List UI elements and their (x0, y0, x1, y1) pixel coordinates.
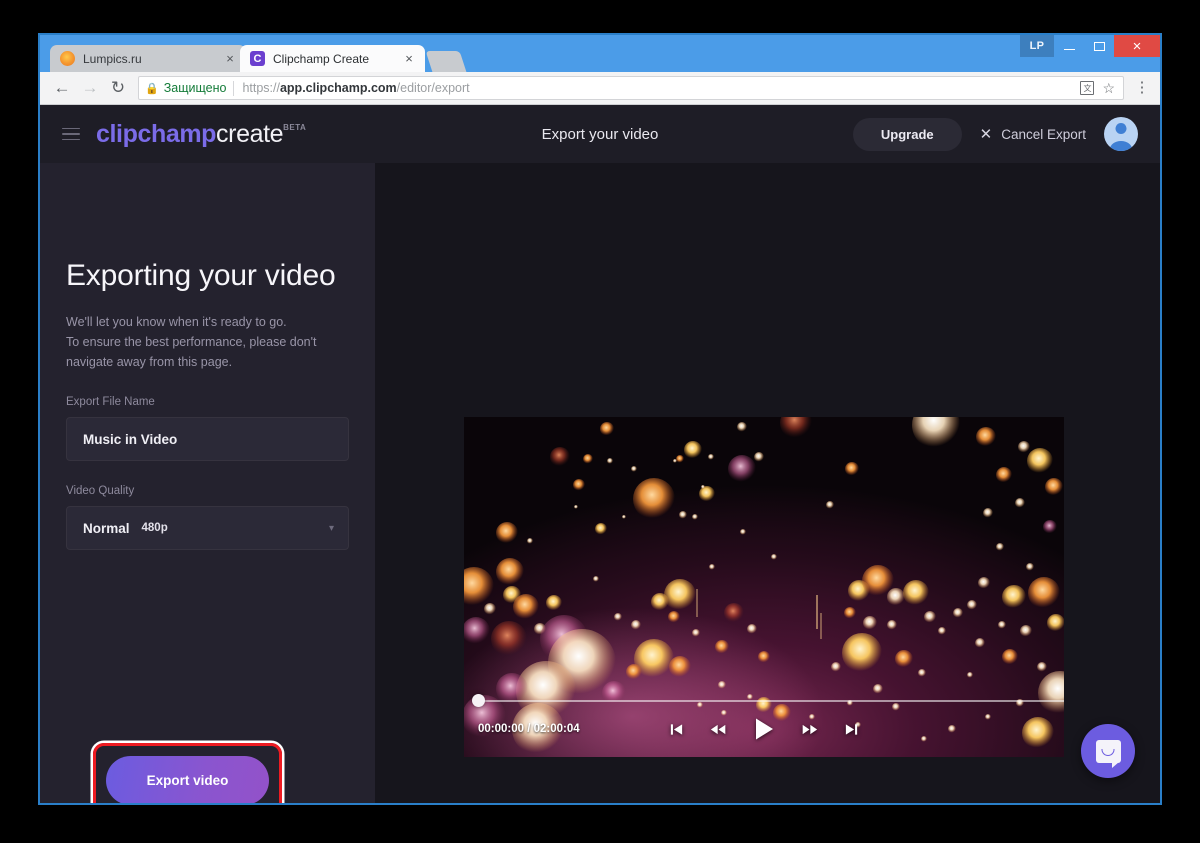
rewind-icon[interactable] (710, 722, 727, 737)
close-button[interactable]: × (1114, 35, 1160, 57)
tab-title: Clipchamp Create (273, 51, 370, 66)
chevron-down-icon: ▾ (328, 522, 334, 534)
browser-window: Lumpics.ru × C Clipchamp Create × LP × ←… (38, 33, 1162, 805)
upgrade-button[interactable]: Upgrade (852, 117, 962, 151)
video-player[interactable]: 00:00:00 / 02:00:04 (464, 417, 1064, 757)
url-scheme: https:// (242, 81, 280, 95)
user-profile-badge[interactable]: LP (1020, 35, 1054, 57)
forward-button[interactable]: → (76, 74, 104, 102)
file-name-label: Export File Name (66, 396, 155, 409)
secure-label: Защищено (163, 81, 227, 95)
quality-name: Normal (83, 520, 130, 536)
export-settings-panel: Exporting your video We'll let you know … (40, 163, 375, 803)
url-host: app.clipchamp.com (279, 81, 397, 95)
translate-icon[interactable]: 文 (1080, 81, 1095, 95)
cancel-export-button[interactable]: ✕ Cancel Export (980, 125, 1086, 143)
progress-handle[interactable] (472, 694, 485, 707)
maximize-button[interactable] (1084, 35, 1114, 57)
bokeh-graphic (464, 417, 1064, 757)
fast-forward-icon[interactable] (801, 722, 818, 737)
tab-strip: Lumpics.ru × C Clipchamp Create × (50, 45, 467, 72)
export-heading: Exporting your video (66, 259, 336, 292)
file-name-input[interactable]: Music in Video (66, 417, 349, 462)
export-description: We'll let you know when it's ready to go… (66, 314, 317, 370)
player-controls (464, 717, 1064, 741)
export-video-button[interactable]: Export video (106, 756, 269, 803)
tab-lumpics[interactable]: Lumpics.ru × (50, 45, 246, 72)
avatar[interactable] (1104, 117, 1138, 151)
omnibox-actions: 文 ☆ (1080, 80, 1117, 97)
clipchamp-favicon-icon: C (250, 51, 265, 66)
lumpics-favicon-icon (60, 51, 75, 66)
progress-track[interactable] (478, 700, 1064, 702)
reload-button[interactable]: ↻ (104, 74, 132, 102)
url-text: https://app.clipchamp.com/editor/export (242, 81, 469, 95)
omnibox-divider (233, 80, 235, 96)
window-controls: LP × (1020, 35, 1160, 57)
skip-to-start-icon[interactable] (669, 722, 684, 737)
header-actions: Upgrade ✕ Cancel Export (852, 117, 1160, 151)
bookmark-star-icon[interactable]: ☆ (1102, 80, 1115, 97)
browser-title-bar: Lumpics.ru × C Clipchamp Create × LP × (40, 35, 1160, 72)
quality-resolution: 480p (141, 522, 168, 535)
url-path: /editor/export (396, 81, 470, 95)
play-icon[interactable] (753, 717, 775, 741)
skip-to-end-icon[interactable] (844, 722, 859, 737)
browser-menu-icon[interactable]: ⋮ (1132, 81, 1152, 95)
close-icon: ✕ (979, 126, 993, 143)
clipchamp-app: clipchamp create BETA Export your video Up… (40, 105, 1160, 803)
new-tab-button[interactable] (425, 51, 467, 72)
tab-title: Lumpics.ru (83, 51, 142, 66)
lock-icon: 🔒 (145, 82, 159, 95)
smile-icon (1101, 748, 1115, 756)
video-progress-bar[interactable] (464, 694, 1064, 707)
video-quality-label: Video Quality (66, 485, 135, 498)
cancel-export-label: Cancel Export (1001, 126, 1086, 142)
bokeh-video-frame (464, 417, 1064, 757)
minimize-button[interactable] (1054, 35, 1084, 57)
chat-bubble-icon (1095, 739, 1121, 768)
address-bar[interactable]: 🔒 Защищено https://app.clipchamp.com/edi… (138, 76, 1124, 100)
tab-close-icon[interactable]: × (222, 51, 238, 67)
video-quality-select[interactable]: Normal 480p ▾ (66, 506, 349, 551)
back-button[interactable]: ← (48, 74, 76, 102)
tab-clipchamp-create[interactable]: C Clipchamp Create × (240, 45, 425, 72)
tab-close-icon[interactable]: × (401, 51, 417, 67)
video-preview-stage: 00:00:00 / 02:00:04 (375, 163, 1160, 803)
app-header: clipchamp create BETA Export your video Up… (40, 105, 1160, 163)
browser-toolbar: ← → ↻ 🔒 Защищено https://app.clipchamp.c… (40, 72, 1160, 105)
chat-launcher-button[interactable] (1081, 724, 1135, 778)
